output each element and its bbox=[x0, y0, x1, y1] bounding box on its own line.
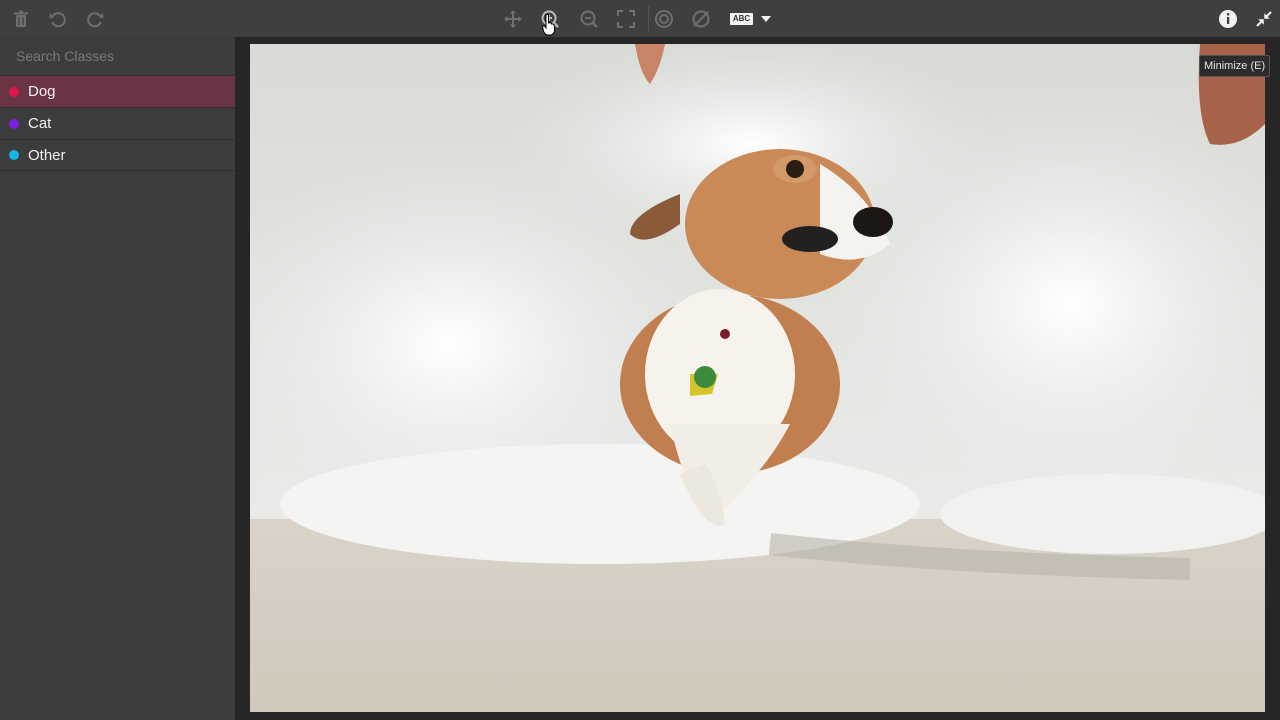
toolbar: ABC bbox=[0, 0, 1280, 37]
class-item-cat[interactable]: Cat bbox=[0, 107, 235, 139]
search-classes-input[interactable] bbox=[0, 37, 235, 75]
sidebar: Dog Cat Other bbox=[0, 37, 235, 720]
class-item-other[interactable]: Other bbox=[0, 139, 235, 171]
annotation-image[interactable] bbox=[250, 44, 1265, 712]
redo-icon[interactable] bbox=[84, 8, 106, 30]
hand-cursor-icon bbox=[541, 14, 556, 36]
trash-icon[interactable] bbox=[10, 8, 32, 30]
label-toggle-button[interactable]: ABC bbox=[730, 13, 753, 25]
hide-icon[interactable] bbox=[690, 8, 712, 30]
undo-icon[interactable] bbox=[47, 8, 69, 30]
class-label: Other bbox=[28, 146, 66, 164]
toolbar-divider bbox=[648, 6, 649, 31]
class-label: Dog bbox=[28, 83, 56, 100]
class-color-dot bbox=[9, 118, 19, 129]
info-icon[interactable] bbox=[1217, 8, 1239, 30]
move-icon[interactable] bbox=[502, 8, 524, 30]
class-list: Dog Cat Other bbox=[0, 75, 235, 171]
class-item-dog[interactable]: Dog bbox=[0, 75, 235, 107]
annotation-canvas[interactable] bbox=[235, 37, 1280, 720]
tooltip: Minimize (E) bbox=[1199, 55, 1271, 77]
chevron-down-icon[interactable] bbox=[755, 8, 777, 30]
minimize-icon[interactable] bbox=[1253, 8, 1275, 30]
class-label: Cat bbox=[28, 115, 52, 132]
class-color-dot bbox=[9, 86, 19, 97]
fit-screen-icon[interactable] bbox=[615, 8, 637, 30]
class-color-dot bbox=[9, 150, 19, 160]
zoom-out-icon[interactable] bbox=[578, 8, 600, 30]
target-icon[interactable] bbox=[653, 8, 675, 30]
